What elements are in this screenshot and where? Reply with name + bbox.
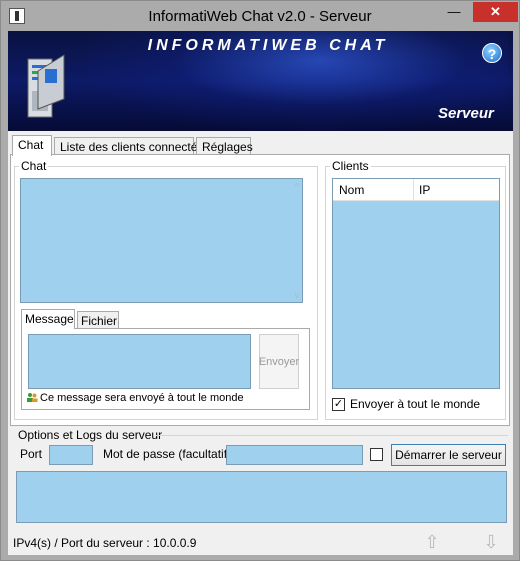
banner-subtitle: Serveur [438,105,494,122]
tab-clients[interactable]: Liste des clients connectés [54,137,203,155]
clients-list-header: Nom IP [333,179,499,201]
client-area: INFORMATIWEB CHAT ? Serveur Chat Liste d… [8,31,513,555]
arrow-down-icon[interactable]: ⇩ [480,531,502,553]
clients-list[interactable]: Nom IP [332,178,500,389]
scroll-up-arrow-icon[interactable]: ^ [295,181,299,191]
column-ip[interactable]: IP [419,183,430,197]
options-divider [156,435,508,436]
password-input[interactable] [226,445,363,465]
port-input[interactable] [49,445,93,465]
close-button[interactable]: ✕ [473,2,518,22]
banner-title: INFORMATIWEB CHAT [147,37,389,54]
broadcast-note: Ce message sera envoyé à tout le monde [26,392,244,404]
tab-chat[interactable]: Chat [12,135,52,156]
chat-group-label: Chat [19,159,49,173]
options-group-label: Options et Logs du serveur [18,428,163,442]
arrow-up-icon[interactable]: ⇧ [421,531,443,553]
app-window: InformatiWeb Chat v2.0 - Serveur — ✕ INF… [0,0,520,561]
status-text: IPv4(s) / Port du serveur : 10.0.0.9 [13,536,197,550]
broadcast-checkbox[interactable]: ✓ [332,398,345,411]
message-panel: Envoyer Ce message sera envoyé à tout le… [21,328,310,410]
tab-file[interactable]: Fichier [77,311,119,329]
port-label: Port [20,447,43,461]
broadcast-checkbox-label[interactable]: Envoyer à tout le monde [350,397,480,411]
send-button[interactable]: Envoyer [259,334,299,389]
password-checkbox[interactable] [370,448,383,461]
status-bar: IPv4(s) / Port du serveur : 10.0.0.9 ⇧ ⇩ [8,529,513,555]
password-label: Mot de passe (facultatif) [103,447,232,461]
server-logo-icon [27,54,65,118]
help-icon[interactable]: ? [482,43,502,63]
scroll-down-arrow-icon[interactable]: v [295,290,300,300]
broadcast-note-text: Ce message sera envoyé à tout le monde [40,392,244,404]
banner: INFORMATIWEB CHAT ? Serveur [8,31,513,131]
tab-settings[interactable]: Réglages [196,137,253,155]
tab-message[interactable]: Message [21,309,75,329]
column-name[interactable]: Nom [339,183,364,197]
users-icon [27,393,38,402]
server-log[interactable] [16,471,507,523]
chat-tab-panel: Chat ^ v Message Fichier Envoyer Ce mess… [10,154,510,426]
chat-group: Chat ^ v Message Fichier Envoyer Ce mess… [14,159,318,420]
column-separator[interactable] [413,179,414,201]
clients-group: Clients Nom IP ✓ Envoyer à tout le monde [325,159,506,420]
message-input[interactable] [28,334,251,389]
title-bar[interactable]: InformatiWeb Chat v2.0 - Serveur — ✕ [1,1,519,31]
start-server-button[interactable]: Démarrer le serveur [391,444,506,466]
clients-group-label: Clients [330,159,371,173]
chat-history[interactable]: ^ v [20,178,303,303]
minimize-button[interactable]: — [441,2,467,22]
